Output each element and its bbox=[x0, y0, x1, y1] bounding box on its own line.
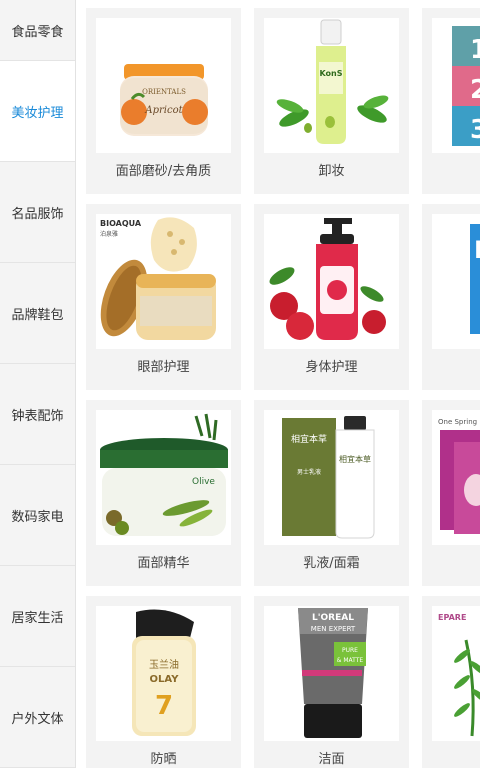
product-card-eye-care[interactable]: BIOAQUA 泊泉雅 眼部护理 bbox=[86, 204, 241, 390]
sidebar-item-watches[interactable]: 钟表配饰 bbox=[0, 364, 75, 465]
lotion-bottle-icon: 相宜本草 男士乳液 相宜本草 bbox=[264, 410, 399, 545]
brand-label: BIOAQUA bbox=[100, 219, 142, 228]
cleanser-tube-icon: L'OREAL MEN EXPERT PURE & MATTE bbox=[264, 606, 399, 741]
sidebar-item-label: 名品服饰 bbox=[11, 206, 64, 222]
product-card-scrub[interactable]: ORIENTALS Apricot 面部磨砂/去角质 bbox=[86, 8, 241, 194]
face-mask-pack-icon: One Spring bbox=[432, 410, 480, 545]
product-card-sunscreen[interactable]: 玉兰油 OLAY 7 防晒 bbox=[86, 596, 241, 768]
sidebar-item-label: 居家生活 bbox=[11, 610, 64, 626]
sidebar-item-beauty[interactable]: 美妆护理 bbox=[0, 61, 75, 162]
product-card-mask-box[interactable]: 1 2 3 bbox=[422, 8, 480, 194]
sidebar-item-outdoor[interactable]: 户外文体 bbox=[0, 667, 75, 768]
brand-label: One Spring bbox=[438, 418, 477, 426]
product-card-label: 面部精华 bbox=[137, 556, 190, 571]
svg-text:1: 1 bbox=[470, 35, 480, 65]
body-lotion-pump-icon bbox=[264, 214, 399, 349]
brand-label: 男士乳液 bbox=[297, 468, 321, 476]
sidebar-item-label: 钟表配饰 bbox=[11, 408, 64, 424]
product-card-plant[interactable]: EPARE 精 bbox=[422, 596, 480, 768]
svg-text:3: 3 bbox=[470, 115, 480, 145]
eye-mask-jar-icon: BIOAQUA 泊泉雅 bbox=[96, 214, 231, 349]
mask-box-icon: 1 2 3 bbox=[432, 18, 480, 153]
product-card-essence[interactable]: Olive 面部精华 bbox=[86, 400, 241, 586]
product-card-face-mask[interactable]: One Spring 面部 bbox=[422, 400, 480, 586]
brand-label: 7 bbox=[155, 691, 173, 721]
brand-label: 相宜本草 bbox=[339, 454, 371, 464]
brand-label: ORIENTALS bbox=[142, 88, 186, 96]
brand-label: EPARE bbox=[438, 613, 466, 622]
sidebar-item-apparel[interactable]: 名品服饰 bbox=[0, 162, 75, 263]
brand-label: MEN EXPERT bbox=[311, 625, 356, 633]
brand-label: 泊泉雅 bbox=[100, 230, 118, 238]
brand-label: Olive bbox=[192, 477, 215, 487]
product-card-body-care[interactable]: 身体护理 bbox=[254, 204, 409, 390]
product-card-label: 卸妆 bbox=[318, 164, 345, 179]
sidebar-item-electronics[interactable]: 数码家电 bbox=[0, 465, 75, 566]
category-sidebar: 食品零食 美妆护理 名品服饰 品牌鞋包 钟表配饰 数码家电 居家生活 户外文体 bbox=[0, 0, 76, 768]
sidebar-item-home[interactable]: 居家生活 bbox=[0, 566, 75, 667]
sunscreen-bottle-icon: 玉兰油 OLAY 7 bbox=[96, 606, 231, 741]
sidebar-item-shoes-bags[interactable]: 品牌鞋包 bbox=[0, 263, 75, 364]
brand-label: OLAY bbox=[150, 674, 180, 685]
sidebar-item-label: 数码家电 bbox=[11, 509, 64, 525]
product-card-label: 面部磨砂/去角质 bbox=[115, 164, 212, 179]
product-card-cosmetics[interactable]: M 化妆 bbox=[422, 204, 480, 390]
product-card-label: 化妆 bbox=[422, 356, 480, 375]
product-category-grid: ORIENTALS Apricot 面部磨砂/去角质 KonS 卸妆 1 2 3… bbox=[76, 0, 480, 768]
svg-text:M: M bbox=[474, 236, 480, 264]
brand-label: 相宜本草 bbox=[291, 433, 327, 445]
product-card-label: 眼部护理 bbox=[137, 360, 190, 375]
svg-text:2: 2 bbox=[470, 75, 480, 105]
sidebar-item-label: 品牌鞋包 bbox=[11, 307, 64, 323]
cosmetic-box-icon: M bbox=[432, 214, 480, 349]
product-card-label: 精 bbox=[422, 748, 480, 767]
sidebar-item-label: 美妆护理 bbox=[11, 105, 64, 121]
sidebar-item-label: 食品零食 bbox=[11, 24, 64, 40]
sidebar-item-label: 户外文体 bbox=[11, 711, 64, 727]
product-card-label: 洁面 bbox=[318, 752, 345, 767]
brand-label: Apricot bbox=[144, 105, 183, 116]
plant-product-icon: EPARE bbox=[432, 606, 480, 741]
brand-label: & MATTE bbox=[337, 657, 364, 664]
sidebar-item-snacks[interactable]: 食品零食 bbox=[0, 0, 75, 61]
cream-jar-icon: Olive bbox=[96, 410, 231, 545]
product-card-label: 身体护理 bbox=[305, 360, 358, 375]
brand-label: KonS bbox=[319, 69, 342, 78]
product-card-lotion[interactable]: 相宜本草 男士乳液 相宜本草 乳液/面霜 bbox=[254, 400, 409, 586]
makeup-remover-bottle-icon: KonS bbox=[264, 18, 399, 153]
product-card-label: 防晒 bbox=[150, 752, 177, 767]
brand-label: L'OREAL bbox=[312, 613, 354, 623]
brand-label: 玉兰油 bbox=[149, 658, 179, 671]
brand-label: PURE bbox=[342, 647, 358, 654]
product-card-label: 乳液/面霜 bbox=[303, 556, 360, 571]
product-card-cleanser[interactable]: L'OREAL MEN EXPERT PURE & MATTE 洁面 bbox=[254, 596, 409, 768]
product-card-remover[interactable]: KonS 卸妆 bbox=[254, 8, 409, 194]
scrub-jar-icon: ORIENTALS Apricot bbox=[96, 18, 231, 153]
product-card-label: 面部 bbox=[422, 552, 480, 571]
